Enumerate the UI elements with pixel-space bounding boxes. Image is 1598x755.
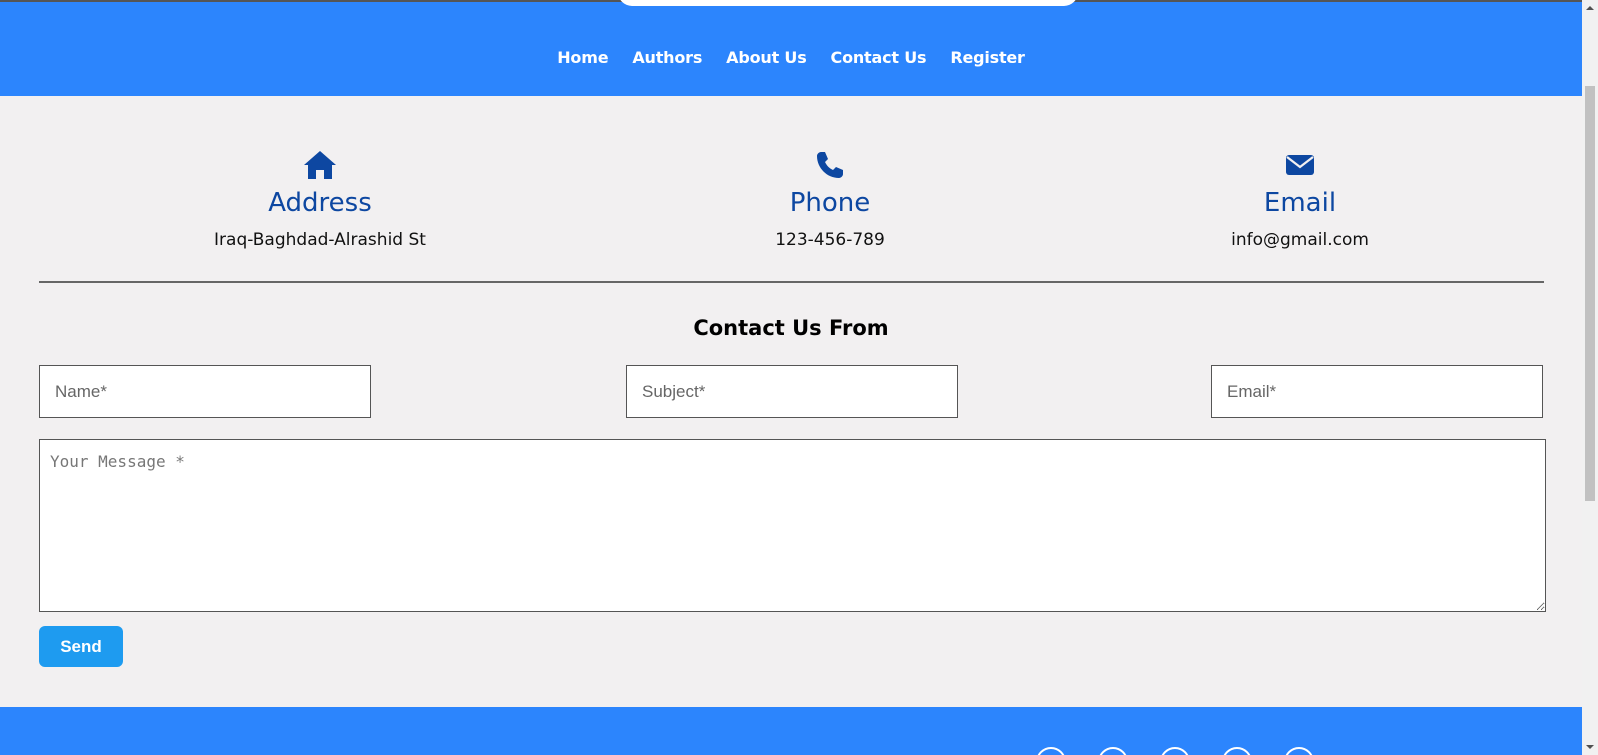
social-icon[interactable] [1098,747,1128,755]
phone-block: Phone 123-456-789 [680,150,980,250]
nav-contact-us[interactable]: Contact Us [831,48,927,67]
social-icon[interactable] [1222,747,1252,755]
address-block: Address Iraq-Baghdad-Alrashid St [170,150,470,250]
name-field[interactable] [39,365,371,418]
email-field[interactable] [1211,365,1543,418]
nav-register[interactable]: Register [950,48,1025,67]
send-button[interactable]: Send [39,626,123,667]
phone-value: 123-456-789 [775,230,885,250]
social-icon[interactable] [1160,747,1190,755]
email-block: Email info@gmail.com [1150,150,1450,250]
main-nav: Home Authors About Us Contact Us Registe… [0,48,1582,67]
scrollbar-thumb[interactable] [1585,86,1595,501]
scroll-down-arrow-icon[interactable] [1582,739,1598,755]
social-icon[interactable] [1036,747,1066,755]
nav-authors[interactable]: Authors [632,48,702,67]
home-icon [170,150,470,184]
phone-icon [680,150,980,184]
section-divider [39,281,1544,283]
nav-home[interactable]: Home [557,48,608,67]
envelope-icon [1150,150,1450,184]
vertical-scrollbar[interactable] [1582,0,1598,755]
subject-field[interactable] [626,365,958,418]
search-bar-edge[interactable] [618,0,1078,6]
form-title: Contact Us From [693,316,889,340]
page: Home Authors About Us Contact Us Registe… [0,0,1582,755]
message-field[interactable] [39,439,1546,612]
phone-title: Phone [789,188,871,218]
scroll-up-arrow-icon[interactable] [1582,0,1598,16]
social-icon[interactable] [1284,747,1314,755]
nav-about-us[interactable]: About Us [726,48,807,67]
site-footer [0,707,1582,755]
site-header: Home Authors About Us Contact Us Registe… [0,0,1582,96]
address-value: Iraq-Baghdad-Alrashid St [214,230,426,250]
email-value: info@gmail.com [1231,230,1369,250]
address-title: Address [268,188,372,218]
email-title: Email [1263,188,1337,218]
